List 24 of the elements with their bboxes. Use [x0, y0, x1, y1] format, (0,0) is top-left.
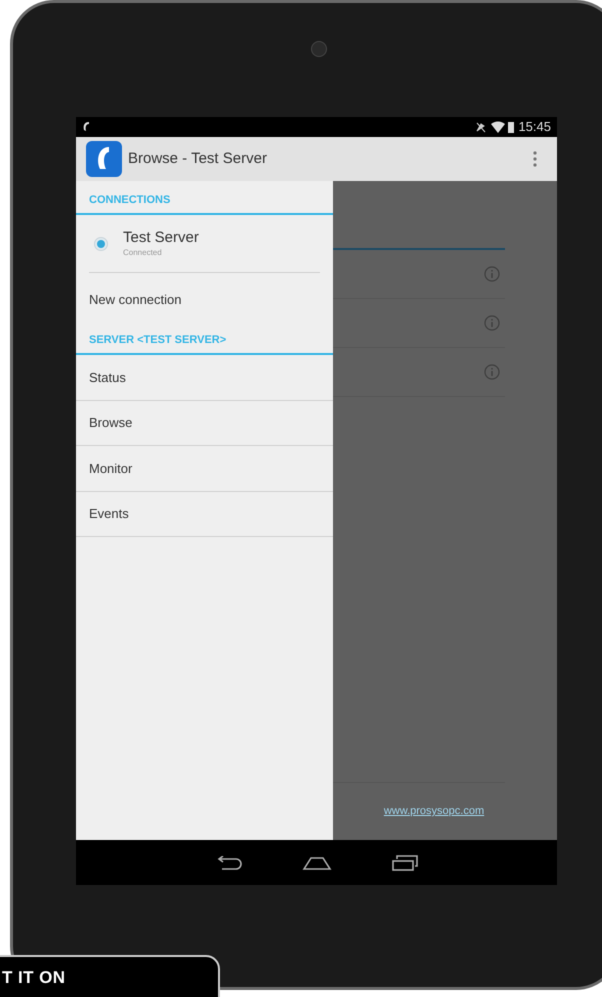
info-icon[interactable] [484, 364, 500, 380]
radio-button[interactable] [94, 236, 108, 250]
section-header: CONNECTIONS [89, 192, 170, 208]
info-icon[interactable] [484, 315, 500, 331]
notification-icon [82, 121, 90, 133]
wifi-icon [491, 121, 506, 133]
screen-title: Browse - Test Server [128, 148, 267, 169]
connection-status: Connected [123, 246, 163, 258]
clock-time: 15:45 [518, 118, 551, 136]
app-logo-icon [86, 141, 122, 177]
home-icon[interactable] [302, 856, 332, 870]
info-icon[interactable] [484, 266, 500, 282]
back-icon[interactable] [216, 856, 242, 870]
mute-icon [475, 121, 488, 133]
section-header: SERVER <TEST SERVER> [89, 332, 226, 348]
recent-apps-icon[interactable] [392, 854, 418, 870]
connection-item[interactable]: Test Server Connected [89, 215, 320, 273]
website-link[interactable]: www.prosysopc.com [384, 803, 484, 820]
badge-text: T IT ON [2, 968, 66, 987]
connection-name: Test Server [123, 228, 199, 246]
battery-icon [508, 121, 514, 133]
overflow-menu-icon[interactable] [533, 151, 537, 167]
new-connection-item[interactable]: New connection [76, 273, 333, 321]
camera-icon [311, 41, 327, 57]
